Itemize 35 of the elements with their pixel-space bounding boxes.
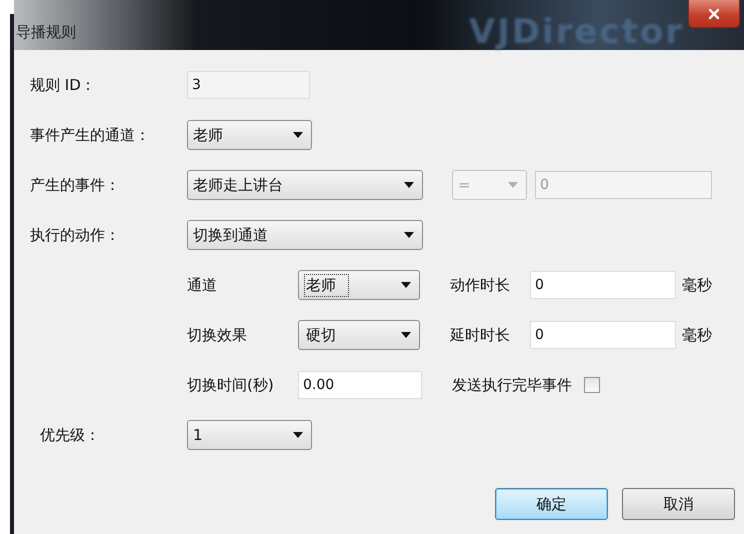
field-label: 动作时长 — [450, 276, 511, 294]
input-field[interactable]: 0 — [530, 271, 676, 299]
input-field[interactable]: 3 — [187, 71, 310, 99]
unit-label: 毫秒 — [682, 326, 712, 344]
caret-icon — [404, 182, 414, 188]
caret-icon — [508, 182, 518, 188]
unit-label: 毫秒 — [682, 276, 712, 294]
field-label: 通道 — [187, 276, 218, 294]
caret-icon — [404, 232, 414, 238]
field-label: 发送执行完毕事件 — [452, 376, 572, 394]
caret-icon — [293, 432, 303, 438]
dropdown[interactable]: 切换到通道 — [187, 220, 423, 250]
field-label: 切换时间(秒) — [187, 376, 275, 394]
dropdown[interactable]: 老师走上讲台 — [187, 170, 423, 200]
input-field[interactable]: 0.00 — [298, 371, 422, 399]
input-field[interactable]: 0 — [530, 321, 676, 349]
dropdown[interactable]: 硬切 — [298, 320, 420, 350]
caret-icon — [293, 132, 303, 138]
dialog-button[interactable]: 取消 — [622, 488, 735, 520]
window-title: 导播规则 — [15, 22, 76, 42]
field-label: 产生的事件： — [30, 176, 121, 194]
field-label: 优先级： — [40, 426, 101, 444]
dropdown[interactable]: 老师 — [298, 270, 420, 300]
field-label: 执行的动作： — [30, 226, 121, 244]
dropdown[interactable]: 老师 — [187, 120, 312, 150]
close-button[interactable] — [688, 0, 740, 28]
caret-icon — [401, 332, 411, 338]
dialog-button[interactable]: 确定 — [495, 488, 608, 520]
field-label: 延时时长 — [450, 326, 511, 344]
field-label: 切换效果 — [187, 326, 248, 344]
checkbox[interactable] — [584, 377, 600, 393]
caret-icon — [401, 282, 411, 288]
field-label: 规则 ID： — [30, 76, 97, 94]
field-label: 事件产生的通道： — [30, 126, 151, 144]
dropdown[interactable]: 1 — [187, 420, 312, 450]
